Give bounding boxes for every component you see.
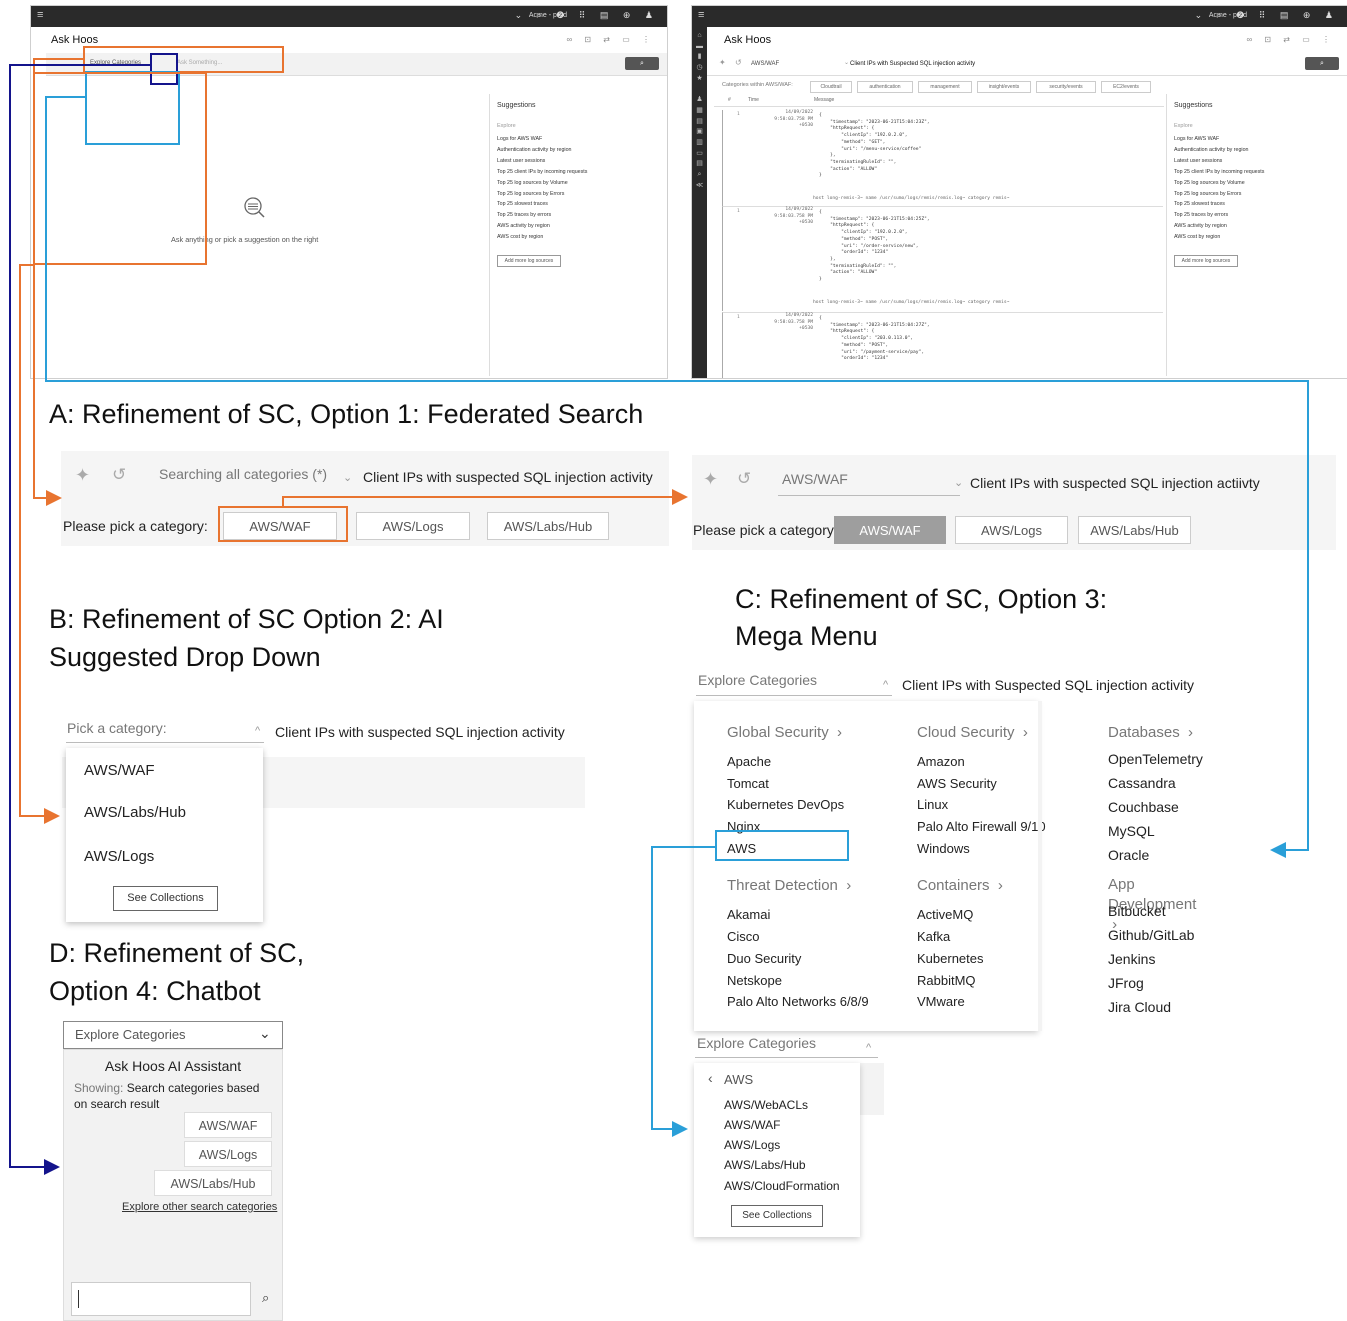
connector-a-left-to-right <box>282 489 688 507</box>
highlight-box-results <box>33 72 207 265</box>
connector-overlay <box>9 46 1309 1175</box>
highlight-box-explore <box>83 46 284 73</box>
connector-to-option-c <box>45 96 1309 858</box>
highlight-box-dropdown-trigger <box>150 53 178 85</box>
connector-aws-to-submenu <box>651 846 715 1137</box>
connector-to-option-b <box>19 264 60 824</box>
connector-to-option-a <box>33 58 84 506</box>
connector-to-option-d <box>9 64 151 1175</box>
highlight-box-dropdown-panel <box>85 71 180 145</box>
